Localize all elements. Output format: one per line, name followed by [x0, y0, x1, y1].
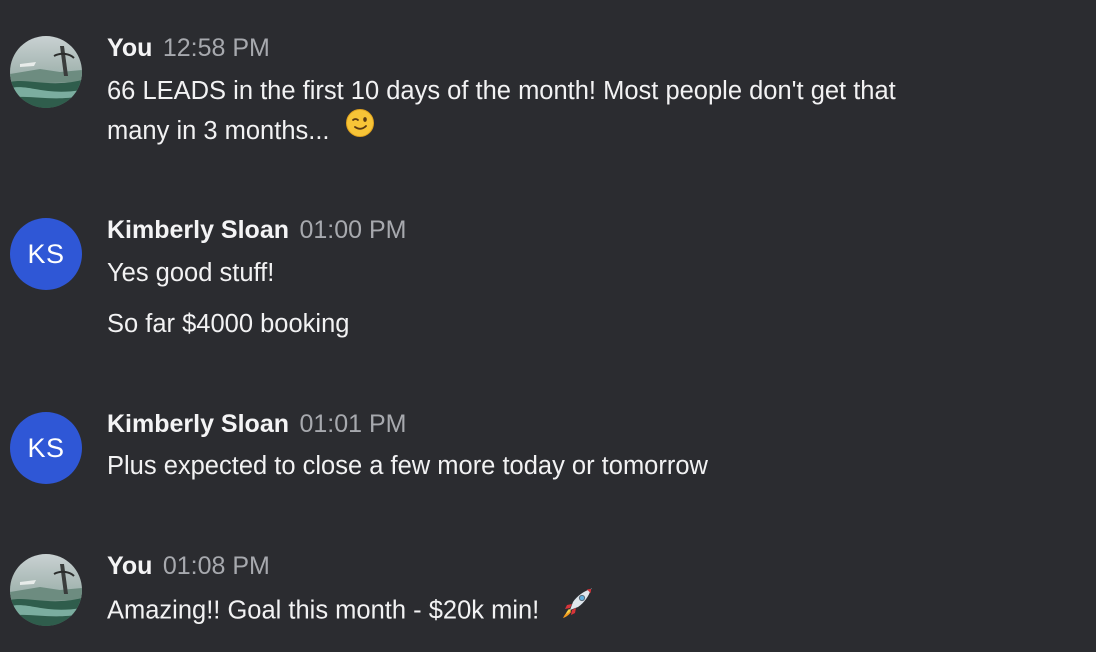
message-text: So far $4000 booking	[107, 310, 350, 338]
author-name[interactable]: Kimberly Sloan	[107, 216, 289, 244]
message-header: Kimberly Sloan 01:01 PM	[107, 409, 406, 439]
message-header: Kimberly Sloan 01:00 PM	[107, 215, 406, 245]
avatar[interactable]	[10, 36, 82, 108]
message-header: You 12:58 PM	[107, 33, 270, 63]
avatar-initials: KS	[27, 238, 65, 269]
timestamp: 01:00 PM	[299, 216, 407, 244]
rocket-icon	[560, 586, 594, 632]
author-name[interactable]: You	[107, 552, 152, 580]
message-text: Yes good stuff!	[107, 259, 275, 287]
message-text: many in 3 months...	[107, 108, 375, 153]
message-header: You 01:08 PM	[107, 551, 270, 581]
avatar[interactable]: KS	[10, 412, 82, 484]
message-text: 66 LEADS in the first 10 days of the mon…	[107, 77, 896, 105]
timestamp: 12:58 PM	[162, 34, 270, 62]
author-name[interactable]: You	[107, 34, 152, 62]
message-text: Amazing!! Goal this month - $20k min!	[107, 586, 594, 635]
landscape-photo-icon	[10, 36, 82, 108]
avatar-initials: KS	[27, 432, 65, 463]
timestamp: 01:01 PM	[299, 410, 407, 438]
winking-face-icon	[345, 108, 375, 150]
message-text: Plus expected to close a few more today …	[107, 452, 708, 480]
landscape-photo-icon	[10, 554, 82, 626]
avatar[interactable]	[10, 554, 82, 626]
avatar[interactable]: KS	[10, 218, 82, 290]
author-name[interactable]: Kimberly Sloan	[107, 410, 289, 438]
timestamp: 01:08 PM	[162, 552, 270, 580]
